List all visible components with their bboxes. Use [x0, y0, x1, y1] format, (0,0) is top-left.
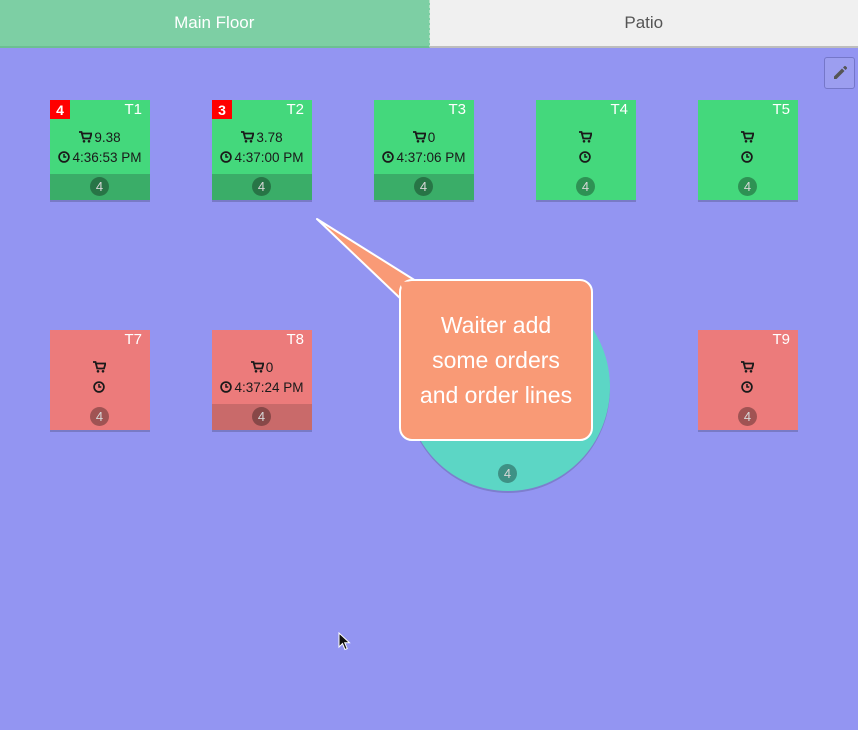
clock-icon	[382, 151, 395, 163]
cart-icon	[578, 131, 592, 143]
floor-tabs: Main Floor Patio	[0, 0, 858, 48]
time-value: 4:36:53 PM	[72, 150, 142, 165]
clock-icon	[58, 151, 71, 163]
mouse-cursor-icon	[338, 632, 351, 651]
table-amount	[698, 130, 798, 145]
seat-bar: 4	[212, 404, 312, 430]
seat-count: 4	[90, 407, 109, 426]
pencil-icon	[833, 65, 847, 79]
seat-bar: 4	[698, 404, 798, 430]
table-amount	[536, 130, 636, 145]
table-time: 4:37:24 PM	[212, 380, 312, 395]
seat-bar: 4	[50, 404, 150, 430]
table-time: 4:36:53 PM	[50, 150, 150, 165]
amount-value: 3.78	[256, 130, 283, 145]
table-time: 4:37:06 PM	[374, 150, 474, 165]
table-amount: 0	[212, 360, 312, 375]
table-amount	[698, 360, 798, 375]
seat-count: 4	[498, 464, 517, 483]
seat-count: 4	[252, 177, 271, 196]
table-amount: 3.78	[212, 130, 312, 145]
seat-bar: 4	[212, 174, 312, 200]
amount-value: 0	[265, 360, 274, 375]
seat-bar: 4	[50, 174, 150, 200]
table-name: T3	[448, 101, 466, 118]
table-t2[interactable]: 3 T2 3.78 4:37:00 PM 4	[212, 100, 312, 200]
table-name: T2	[286, 101, 304, 118]
cart-icon	[740, 131, 754, 143]
order-count-badge: 3	[212, 100, 232, 119]
table-t9[interactable]: T9 4	[698, 330, 798, 430]
cart-icon	[740, 361, 754, 373]
seat-count: 4	[576, 177, 595, 196]
seat-count: 4	[414, 177, 433, 196]
table-t7[interactable]: T7 4	[50, 330, 150, 430]
table-name: T5	[772, 101, 790, 118]
seat-bar: 4	[536, 174, 636, 200]
clock-icon	[220, 381, 233, 393]
tab-patio[interactable]: Patio	[429, 0, 858, 48]
table-t8[interactable]: T8 0 4:37:24 PM 4	[212, 330, 312, 430]
table-t1[interactable]: 4 T1 9.38 4:36:53 PM 4	[50, 100, 150, 200]
tour-tip-callout: Waiter add some orders and order lines	[399, 279, 593, 441]
table-amount: 0	[374, 130, 474, 145]
amount-value: 0	[427, 130, 436, 145]
table-name: T8	[286, 331, 304, 348]
cart-icon	[79, 131, 93, 143]
seat-count: 4	[738, 177, 757, 196]
clock-icon	[741, 151, 753, 163]
table-name: T1	[124, 101, 142, 118]
clock-icon	[220, 151, 233, 163]
table-time	[698, 150, 798, 165]
seat-bar: 4	[374, 174, 474, 200]
callout-text: Waiter add some orders and order lines	[419, 311, 573, 408]
seat-count: 4	[738, 407, 757, 426]
time-value: 4:37:06 PM	[396, 150, 466, 165]
clock-icon	[579, 151, 591, 163]
table-time	[536, 150, 636, 165]
time-value: 4:37:24 PM	[234, 380, 304, 395]
table-name: T9	[772, 331, 790, 348]
seat-bar: 4	[698, 174, 798, 200]
order-count-badge: 4	[50, 100, 70, 119]
cart-icon	[92, 361, 106, 373]
table-amount: 9.38	[50, 130, 150, 145]
table-t4[interactable]: T4 4	[536, 100, 636, 200]
table-amount	[50, 360, 150, 375]
table-name: T7	[124, 331, 142, 348]
cart-icon	[250, 361, 264, 373]
seat-count: 4	[90, 177, 109, 196]
edit-floor-button[interactable]	[824, 57, 855, 89]
table-name: T4	[610, 101, 628, 118]
table-time	[50, 380, 150, 395]
table-t5[interactable]: T5 4	[698, 100, 798, 200]
cart-icon	[241, 131, 255, 143]
clock-icon	[741, 381, 753, 393]
seat-count: 4	[252, 407, 271, 426]
cart-icon	[412, 131, 426, 143]
table-time: 4:37:00 PM	[212, 150, 312, 165]
time-value: 4:37:00 PM	[234, 150, 304, 165]
tab-main-floor[interactable]: Main Floor	[0, 0, 430, 48]
table-time	[698, 380, 798, 395]
amount-value: 9.38	[94, 130, 121, 145]
clock-icon	[93, 381, 105, 393]
table-t3[interactable]: T3 0 4:37:06 PM 4	[374, 100, 474, 200]
